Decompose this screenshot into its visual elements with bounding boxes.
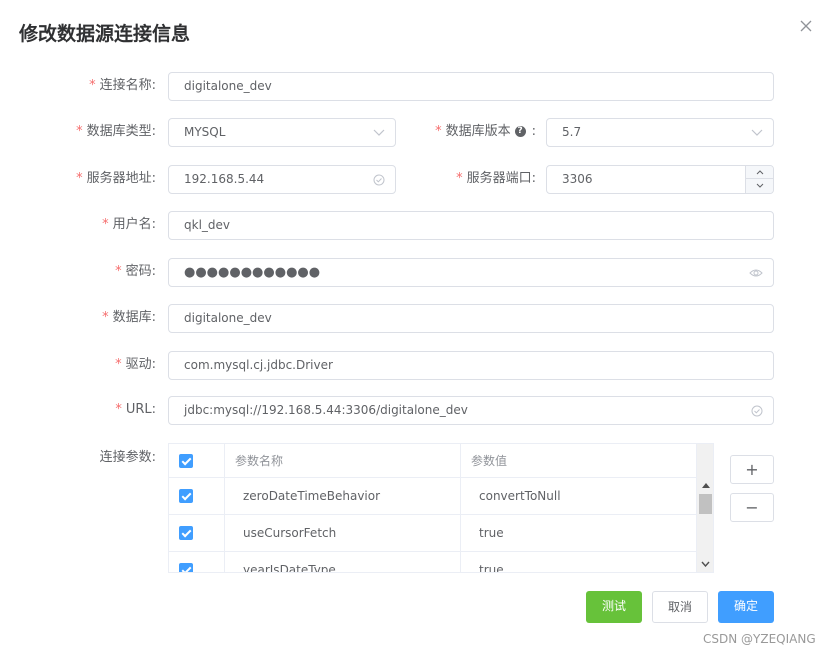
chevron-down-icon	[701, 561, 710, 567]
server-addr-label: * 服务器地址:	[76, 171, 156, 186]
params-label: 连接参数:	[99, 450, 156, 465]
header-select-cell	[169, 444, 225, 477]
test-button[interactable]: 测试	[586, 591, 642, 623]
param-value-cell: true	[461, 515, 697, 551]
select-all-checkbox[interactable]	[179, 454, 193, 468]
port-stepper	[745, 166, 773, 193]
url-label: * URL:	[115, 402, 156, 417]
table-row[interactable]: zeroDateTimeBehavior convertToNull	[169, 478, 697, 515]
conn-name-label: * 连接名称:	[89, 78, 156, 93]
server-port-input[interactable]: 3306	[546, 165, 774, 194]
add-param-button[interactable]: +	[730, 455, 774, 484]
dialog-title: 修改数据源连接信息	[19, 23, 191, 45]
row-select-cell	[169, 515, 225, 551]
db-version-select[interactable]: 5.7	[546, 118, 774, 147]
chevron-down-icon	[756, 183, 763, 188]
circle-check-icon	[373, 174, 385, 185]
table-scrollbar[interactable]	[696, 444, 713, 572]
minus-icon: −	[745, 497, 759, 517]
row-checkbox[interactable]	[179, 526, 193, 540]
table-header: 参数名称 参数值	[169, 444, 697, 478]
scroll-up-arrow[interactable]	[697, 477, 713, 493]
param-name-cell: useCursorFetch	[225, 515, 461, 551]
param-value-cell: true	[461, 552, 697, 572]
params-table: 参数名称 参数值 zeroDateTimeBehavior convertToN…	[168, 443, 714, 573]
chevron-down-icon	[751, 129, 763, 136]
remove-param-button[interactable]: −	[730, 493, 774, 522]
param-value-cell: convertToNull	[461, 478, 697, 514]
server-addr-input[interactable]: 192.168.5.44	[168, 165, 396, 194]
row-checkbox[interactable]	[179, 563, 193, 572]
scroll-thumb[interactable]	[699, 494, 712, 514]
driver-input[interactable]: com.mysql.cj.jdbc.Driver	[168, 351, 774, 380]
close-icon[interactable]	[798, 18, 814, 34]
watermark: CSDN @YZEQIANG	[703, 632, 816, 646]
param-name-cell: zeroDateTimeBehavior	[225, 478, 461, 514]
database-label: * 数据库:	[102, 310, 156, 325]
increase-port-button[interactable]	[746, 166, 773, 179]
db-version-label: * 数据库版本?:	[435, 124, 536, 139]
server-port-label: * 服务器端口:	[456, 171, 536, 186]
decrease-port-button[interactable]	[746, 179, 773, 192]
row-select-cell	[169, 552, 225, 572]
password-label: * 密码:	[115, 264, 156, 279]
driver-label: * 驱动:	[115, 357, 156, 372]
header-param-value: 参数值	[461, 444, 697, 477]
eye-icon[interactable]	[749, 268, 763, 278]
url-input[interactable]: jdbc:mysql://192.168.5.44:3306/digitalon…	[168, 396, 774, 425]
username-label: * 用户名:	[102, 217, 156, 232]
confirm-button[interactable]: 确定	[718, 591, 774, 623]
db-type-label: * 数据库类型:	[76, 124, 156, 139]
database-input[interactable]: digitalone_dev	[168, 304, 774, 333]
triangle-up-icon	[701, 482, 710, 488]
chevron-up-icon	[756, 169, 763, 174]
plus-icon: +	[745, 459, 759, 479]
username-input[interactable]: qkl_dev	[168, 211, 774, 240]
scroll-down-arrow[interactable]	[697, 556, 713, 572]
cancel-button[interactable]: 取消	[652, 591, 708, 623]
table-row[interactable]: useCursorFetch true	[169, 515, 697, 552]
help-icon[interactable]: ?	[514, 126, 526, 137]
db-type-select[interactable]: MYSQL	[168, 118, 396, 147]
param-name-cell: yearIsDateType	[225, 552, 461, 572]
conn-name-input[interactable]: digitalone_dev	[168, 72, 774, 101]
password-input[interactable]: ●●●●●●●●●●●●	[168, 258, 774, 287]
circle-check-icon	[751, 405, 763, 416]
table-row[interactable]: yearIsDateType true	[169, 552, 697, 572]
row-checkbox[interactable]	[179, 489, 193, 503]
chevron-down-icon	[373, 129, 385, 136]
header-param-name: 参数名称	[225, 444, 461, 477]
row-select-cell	[169, 478, 225, 514]
